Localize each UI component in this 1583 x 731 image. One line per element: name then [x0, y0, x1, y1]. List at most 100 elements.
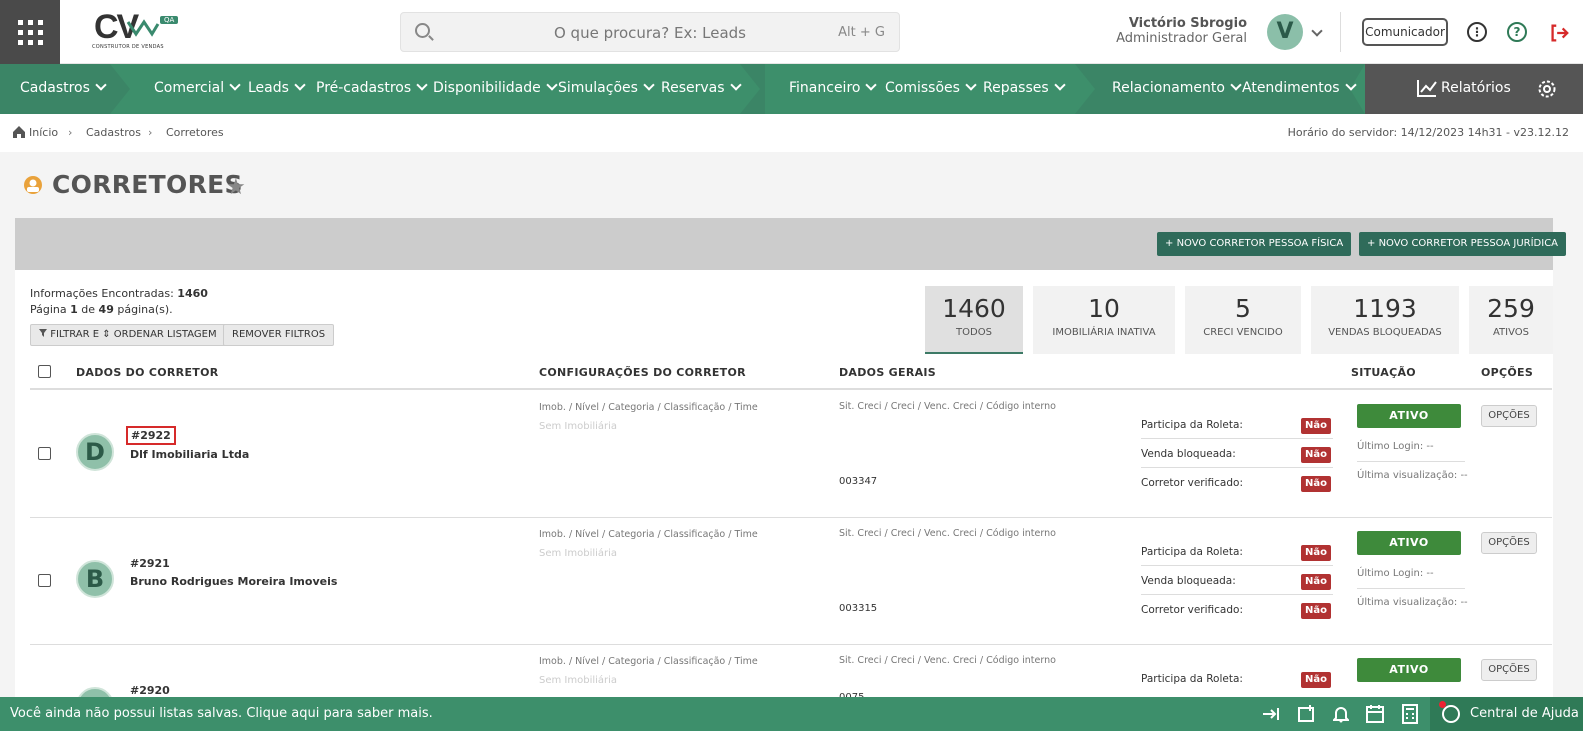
nav-atendimentos[interactable]: Atendimentos [1242, 80, 1355, 96]
stat-value: 10 [1088, 294, 1120, 323]
logo-subtitle: CONSTRUTOR DE VENDAS [92, 44, 164, 50]
plus-icon: + [1165, 238, 1177, 249]
page-total: 49 [98, 303, 114, 316]
stat-card-vendas-bloqueadas[interactable]: 1193 VENDAS BLOQUEADAS [1311, 286, 1459, 354]
nav-reservas[interactable]: Reservas [661, 80, 740, 96]
info-icon[interactable]: ⋮ [1467, 22, 1487, 42]
nav-financeiro[interactable]: Financeiro [789, 80, 875, 96]
stat-label: ATIVOS [1492, 327, 1529, 338]
breadcrumb-cadastros[interactable]: Cadastros [86, 126, 141, 139]
nav-leads[interactable]: Leads [248, 80, 304, 96]
saved-lists-message[interactable]: Você ainda não possui listas salvas. Cli… [10, 706, 433, 721]
select-all-checkbox[interactable] [38, 365, 51, 378]
communicator-button[interactable]: Comunicador [1362, 18, 1448, 46]
nav-simulacoes[interactable]: Simulações [558, 80, 653, 96]
filter-button[interactable]: FILTRAR E ⇕ ORDENAR LISTAGEM [30, 324, 226, 346]
results-value: 1460 [177, 287, 208, 300]
plus-icon: + [1367, 238, 1379, 249]
user-info[interactable]: Victório Sbrogio Administrador Geral [1116, 16, 1247, 46]
collapse-icon[interactable] [1262, 706, 1280, 722]
results-label: Informações Encontradas: [30, 287, 174, 300]
logo-wave-icon [126, 19, 160, 37]
nav-repasses[interactable]: Repasses [983, 80, 1064, 96]
bell-icon[interactable] [1333, 705, 1349, 723]
breadcrumb-corretores: Corretores [166, 126, 224, 139]
home-icon[interactable] [12, 125, 26, 138]
options-button[interactable]: OPÇÕES [1481, 532, 1537, 554]
broker-name[interactable]: Bruno Rodrigues Moreira Imoveis [130, 575, 337, 588]
config-value: Sem Imobiliária [539, 421, 618, 432]
logo[interactable]: CV QA CONSTRUTOR DE VENDAS [92, 8, 188, 54]
stat-value: 1193 [1353, 294, 1417, 323]
user-name: Victório Sbrogio [1128, 16, 1247, 31]
nav-cadastros[interactable]: Cadastros [20, 80, 105, 96]
flag-venda-bloqueada: Não [1301, 574, 1331, 590]
divider [1340, 12, 1341, 52]
nav-comercial[interactable]: Comercial [154, 80, 239, 96]
gear-icon[interactable] [1537, 79, 1557, 99]
flag-label-roleta: Participa da Roleta: [1141, 419, 1243, 431]
status-badge: ATIVO [1357, 404, 1461, 428]
avatar: D [76, 433, 114, 471]
logout-icon[interactable] [1548, 22, 1570, 44]
divider [1141, 594, 1333, 595]
chevron-down-icon[interactable] [1311, 25, 1323, 37]
broker-name[interactable]: Dlf Imobiliaria Ltda [130, 448, 249, 461]
search-input[interactable]: O que procura? Ex: Leads Alt + G [400, 12, 900, 52]
stat-card-imobiliaria-inativa[interactable]: 10 IMOBILIÁRIA INATIVA [1033, 286, 1175, 354]
breadcrumb: Início › Cadastros › Corretores Horário … [0, 114, 1583, 152]
new-broker-pf-button[interactable]: + NOVO CORRETOR PESSOA FÍSICA [1157, 232, 1352, 256]
flag-label-verificado: Corretor verificado: [1141, 477, 1243, 489]
broker-icon [24, 176, 42, 194]
header-divider [30, 388, 1552, 390]
nav-pre-cadastros[interactable]: Pré-cadastros [316, 80, 426, 96]
options-button[interactable]: OPÇÕES [1481, 405, 1537, 427]
broker-id[interactable]: #2921 [130, 557, 170, 570]
nav-comissoes[interactable]: Comissões [885, 80, 975, 96]
divider [1141, 438, 1333, 439]
config-label: Imob. / Nível / Categoria / Classificaçã… [539, 402, 758, 413]
apps-menu-button[interactable] [0, 0, 60, 64]
flag-label-roleta: Participa da Roleta: [1141, 546, 1243, 558]
status-badge: ATIVO [1357, 658, 1461, 682]
broker-id[interactable]: #2920 [130, 684, 170, 697]
col-header-status: SITUAÇÃO [1351, 366, 1416, 379]
flag-verificado: Não [1301, 476, 1331, 492]
options-button[interactable]: OPÇÕES [1481, 659, 1537, 681]
avatar: B [76, 560, 114, 598]
stat-card-creci-vencido[interactable]: 5 CRECI VENCIDO [1185, 286, 1301, 354]
new-broker-pj-button[interactable]: + NOVO CORRETOR PESSOA JURÍDICA [1359, 232, 1567, 256]
broker-id[interactable]: #2922 [126, 426, 176, 445]
chart-icon[interactable] [1417, 79, 1437, 97]
nav-disponibilidade[interactable]: Disponibilidade [433, 80, 556, 96]
calculator-icon[interactable] [1402, 704, 1418, 724]
stat-value: 1460 [942, 294, 1006, 323]
row-divider [30, 644, 1552, 645]
general-label: Sit. Creci / Creci / Venc. Creci / Códig… [839, 401, 1056, 412]
filter-label: FILTRAR E ⇕ ORDENAR LISTAGEM [50, 329, 217, 340]
stat-label: VENDAS BLOQUEADAS [1328, 327, 1442, 338]
help-center-button[interactable]: Central de Ajuda [1430, 697, 1583, 731]
calendar-add-icon[interactable] [1297, 704, 1317, 724]
nav-relacionamento[interactable]: Relacionamento [1112, 80, 1240, 96]
row-checkbox[interactable] [38, 574, 51, 587]
flag-verificado: Não [1301, 603, 1331, 619]
flag-roleta: Não [1301, 672, 1331, 688]
breadcrumb-inicio[interactable]: Início [29, 126, 58, 139]
row-checkbox[interactable] [38, 447, 51, 460]
remove-filters-button[interactable]: REMOVER FILTROS [223, 324, 335, 346]
chevron-right-icon: › [148, 126, 153, 139]
stat-card-todos[interactable]: 1460 TODOS [925, 286, 1023, 354]
stat-label: IMOBILIÁRIA INATIVA [1052, 327, 1156, 338]
stat-card-ativos[interactable]: 259 ATIVOS [1469, 286, 1553, 354]
star-icon[interactable]: ★ [226, 175, 246, 200]
calendar-icon[interactable] [1366, 704, 1384, 724]
config-label: Imob. / Nível / Categoria / Classificaçã… [539, 529, 758, 540]
search-placeholder: O que procura? Ex: Leads [553, 24, 746, 42]
user-avatar[interactable]: V [1267, 14, 1303, 50]
page-info: Página 1 de 49 página(s). [30, 303, 173, 316]
internal-code: 003315 [839, 603, 878, 614]
nav-relatorios[interactable]: Relatórios [1441, 80, 1511, 96]
notification-dot [1439, 701, 1446, 708]
help-icon[interactable]: ? [1507, 22, 1527, 42]
